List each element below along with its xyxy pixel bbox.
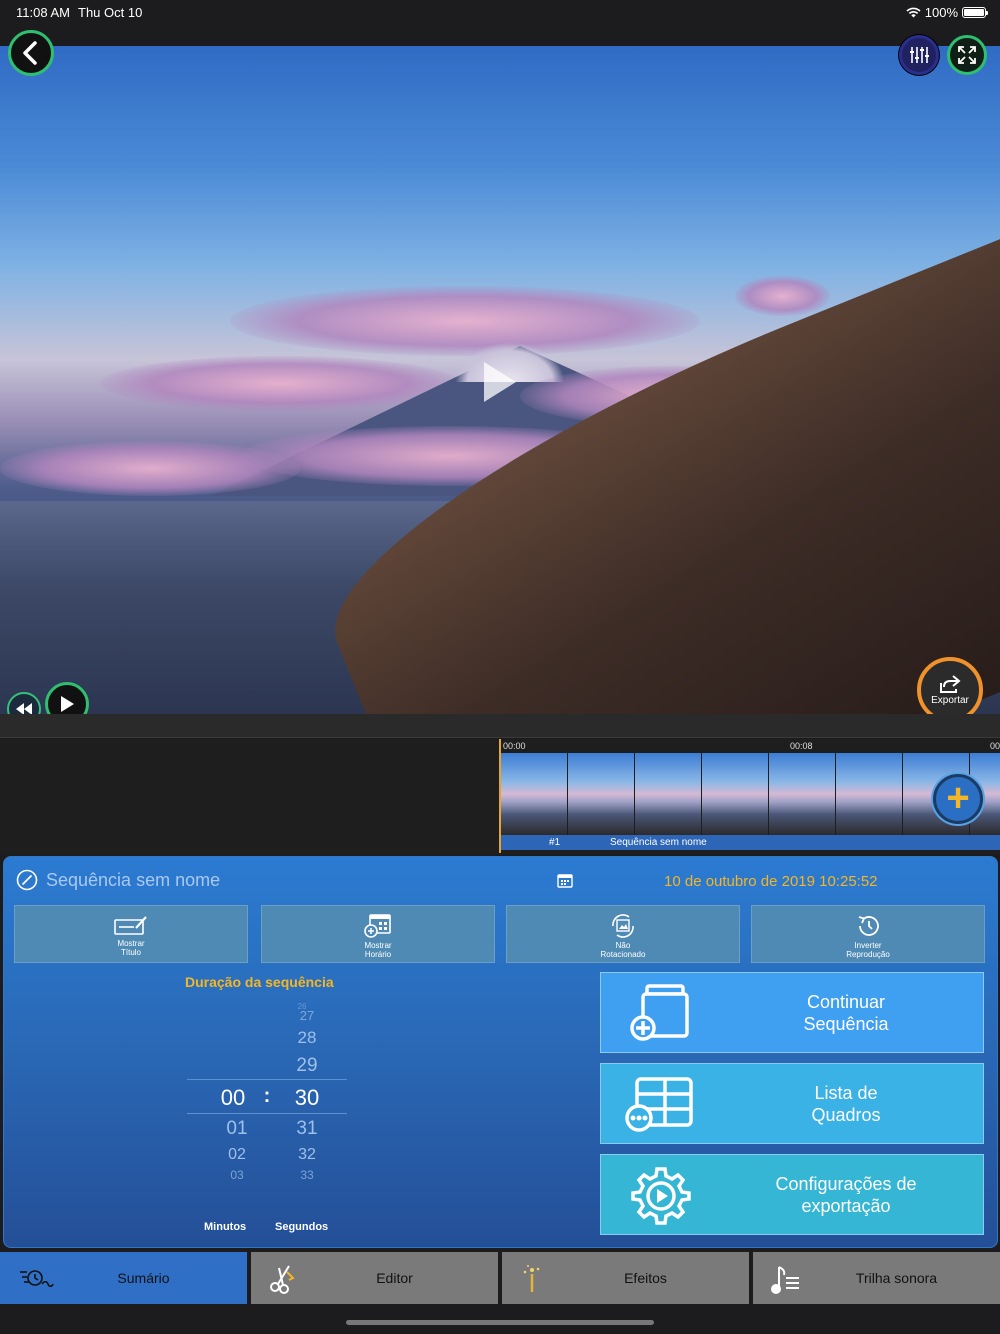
playhead[interactable] — [499, 739, 501, 853]
status-time: 11:08 AM — [16, 5, 70, 20]
seconds-label: Segundos — [275, 1221, 329, 1233]
frame-list-label: Lista de Quadros — [811, 1082, 881, 1125]
clip-frame — [702, 753, 768, 835]
reverse-playback-label: Inverter Reprodução — [846, 941, 890, 959]
minutes-option[interactable]: 03 — [207, 1168, 267, 1182]
status-date: Thu Oct 10 — [78, 5, 143, 20]
ruler-tick: 00:00 — [503, 741, 526, 751]
seconds-option[interactable]: 31 — [277, 1118, 337, 1140]
tab-soundtrack[interactable]: Trilha sonora — [753, 1252, 1000, 1304]
fullscreen-button[interactable] — [947, 35, 987, 75]
sliders-icon — [910, 47, 929, 63]
sequence-date[interactable]: 10 de outubro de 2019 10:25:52 — [664, 873, 878, 890]
tab-editor[interactable]: Editor — [251, 1252, 498, 1304]
title-edit-icon — [114, 916, 147, 935]
export-settings-label: Configurações de exportação — [775, 1173, 917, 1216]
scissors-icon — [270, 1265, 295, 1294]
show-time-label: Mostrar Horário — [364, 941, 392, 959]
ruler-tick: 00:08 — [790, 741, 813, 751]
show-title-toggle[interactable]: Mostrar Título — [14, 905, 248, 963]
status-bar: 11:08 AM Thu Oct 10 100% — [0, 0, 1000, 24]
seconds-option[interactable]: 29 — [277, 1055, 337, 1077]
clip-frame — [501, 753, 567, 835]
calendar-icon[interactable] — [557, 873, 573, 888]
seconds-option[interactable]: 33 — [277, 1168, 337, 1182]
seconds-option[interactable]: 27 — [277, 1008, 337, 1023]
chevron-left-icon — [23, 41, 37, 65]
clip-number: #1 — [549, 837, 561, 848]
export-label: Exportar — [931, 695, 969, 706]
music-note-icon — [771, 1266, 799, 1294]
seconds-option[interactable]: 28 — [277, 1028, 337, 1048]
settings-play-icon — [631, 1166, 691, 1225]
tab-bar: Sumário Editor Efeitos Trilha sonora — [0, 1252, 1000, 1308]
frame-list-icon — [625, 1076, 693, 1132]
video-preview[interactable] — [0, 46, 1000, 714]
expand-icon — [958, 46, 976, 64]
mixer-button[interactable] — [899, 35, 939, 75]
rotate-image-icon — [612, 914, 634, 938]
timeline[interactable]: 00:00 00:08 00 #1 Sequência sem nome — [0, 739, 1000, 855]
add-clip-button[interactable]: + — [933, 774, 983, 824]
clip-frame — [769, 753, 835, 835]
sequence-title-text: Sequência sem nome — [46, 869, 221, 890]
duration-picker[interactable]: 26 27 28 29 00 : 30 01 31 02 32 03 33 — [187, 1002, 347, 1192]
sequence-bar[interactable]: #1 Sequência sem nome — [501, 835, 1000, 850]
add-stack-icon — [630, 983, 689, 1041]
reverse-clock-icon — [858, 916, 879, 936]
minutes-option[interactable]: 02 — [207, 1146, 267, 1164]
back-button[interactable] — [8, 30, 54, 76]
play-icon — [61, 696, 74, 712]
wifi-icon — [906, 7, 921, 18]
export-settings-button[interactable]: Configurações de exportação — [600, 1154, 984, 1235]
rotation-toggle[interactable]: Não Rotacionado — [506, 905, 740, 963]
show-title-label: Mostrar Título — [117, 939, 145, 957]
home-indicator[interactable] — [346, 1320, 654, 1325]
clip-frame — [568, 753, 634, 835]
clip-thumbnails[interactable] — [501, 753, 1000, 835]
reverse-playback-toggle[interactable]: Inverter Reprodução — [751, 905, 985, 963]
tab-effects[interactable]: Efeitos — [502, 1252, 749, 1304]
tab-summary[interactable]: Sumário — [0, 1252, 247, 1304]
continue-sequence-label: Continuar Sequência — [803, 991, 889, 1034]
minutes-label: Minutos — [204, 1221, 247, 1233]
play-overlay-icon[interactable] — [484, 362, 516, 402]
share-icon — [940, 675, 961, 693]
sequence-title[interactable]: Sequência sem nome — [16, 869, 220, 891]
clip-frame — [836, 753, 902, 835]
show-time-toggle[interactable]: Mostrar Horário — [261, 905, 495, 963]
ruler-tick: 00 — [990, 741, 1000, 751]
frame-list-button[interactable]: Lista de Quadros — [600, 1063, 984, 1144]
edit-circle-icon — [16, 869, 38, 891]
magic-wand-icon — [523, 1265, 540, 1292]
sequence-name-label: Sequência sem nome — [610, 837, 707, 848]
duration-title: Duração da sequência — [185, 974, 334, 990]
add-calendar-icon — [364, 914, 391, 938]
battery-percent: 100% — [924, 5, 958, 20]
continue-sequence-button[interactable]: Continuar Sequência — [600, 972, 984, 1053]
summary-icon — [20, 1270, 54, 1288]
battery-icon — [962, 7, 988, 18]
clip-frame — [635, 753, 701, 835]
seconds-option[interactable]: 32 — [277, 1146, 337, 1164]
timeline-ruler: 00:00 00:08 00 — [500, 739, 1000, 753]
seconds-selected[interactable]: 30 — [277, 1085, 337, 1111]
minutes-option[interactable]: 01 — [207, 1118, 267, 1140]
plus-icon: + — [946, 775, 970, 820]
status-right: 100% — [906, 5, 988, 20]
rotation-label: Não Rotacionado — [600, 941, 646, 959]
summary-panel: Sequência sem nome 10 de outubro de 2019… — [3, 856, 998, 1248]
